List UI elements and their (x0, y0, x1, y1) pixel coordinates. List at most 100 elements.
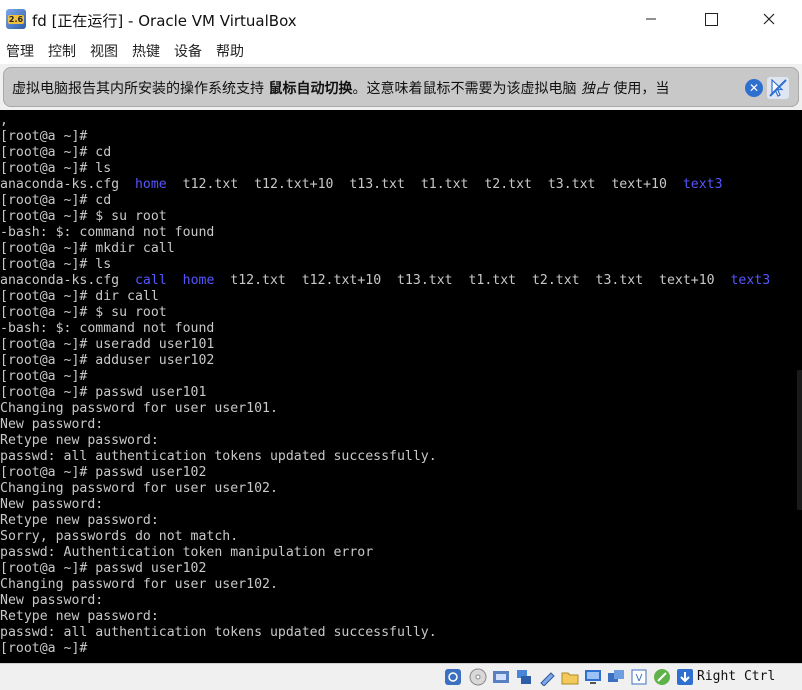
console-scroll-edge (797, 370, 802, 510)
terminal-text: [root@a ~]# ls (0, 257, 112, 272)
terminal-text: Retype new password: (0, 609, 159, 624)
terminal-line: Retype new password: (0, 433, 770, 449)
terminal-line: passwd: all authentication tokens update… (0, 449, 770, 465)
directory-name: home (182, 273, 215, 288)
keyboard-capture-icon[interactable] (676, 668, 694, 686)
terminal-text: [root@a ~]# passwd user102 (0, 465, 207, 480)
terminal-line: [root@a ~]# (0, 641, 770, 657)
svg-text:V: V (636, 673, 643, 684)
terminal-line: [root@a ~]# ls (0, 257, 770, 273)
terminal-text: [root@a ~]# (0, 129, 88, 144)
vm-console-screen[interactable]: , [root@a ~]# [root@a ~]# cd [root@a ~]# ls… (0, 110, 802, 663)
terminal-text: [root@a ~]# passwd user101 (0, 385, 207, 400)
terminal-line: Sorry, passwords do not match. (0, 529, 770, 545)
directory-name: text3 (730, 273, 771, 288)
maximize-button[interactable] (688, 0, 734, 38)
directory-name: call (134, 273, 167, 288)
status-bar: V Right Ctrl (0, 663, 802, 690)
menu-manage[interactable]: 管理 (6, 41, 34, 61)
notification-text-before: 虚拟电脑报告其内所安装的操作系统支持 (12, 81, 269, 97)
directory-name: home (134, 177, 167, 192)
terminal-text: passwd: Authentication token manipulatio… (0, 545, 374, 560)
terminal-text: [root@a ~]# cd (0, 193, 112, 208)
terminal-line: Changing password for user user101. (0, 401, 770, 417)
close-button[interactable] (746, 0, 792, 38)
mouse-integration-icon[interactable] (653, 668, 671, 686)
window-title: fd [正在运行] - Oracle VM VirtualBox (32, 12, 297, 30)
terminal-line: -bash: $: command not found (0, 321, 770, 337)
host-key-label: Right Ctrl (697, 669, 776, 684)
virtualbox-app-icon[interactable]: 2.6 (6, 9, 26, 29)
terminal-line: passwd: Authentication token manipulatio… (0, 545, 770, 561)
title-bar: 2.6 fd [正在运行] - Oracle VM VirtualBox (0, 0, 802, 38)
terminal-text: [root@a ~]# useradd user101 (0, 337, 215, 352)
maximize-icon (704, 12, 718, 26)
notification-italic-text: 独占 (580, 81, 609, 97)
terminal-line: Retype new password: (0, 609, 770, 625)
terminal-text: [root@a ~]# passwd user102 (0, 561, 207, 576)
menu-devices[interactable]: 设备 (174, 41, 202, 61)
directory-name: text3 (682, 177, 723, 192)
recording-icon[interactable] (607, 668, 625, 686)
terminal-line: anaconda-ks.cfg home t12.txt t12.txt+10 … (0, 177, 770, 193)
cpu-icon[interactable]: V (630, 668, 648, 686)
terminal-text: Retype new password: (0, 433, 159, 448)
network-icon[interactable] (515, 668, 533, 686)
terminal-text: [root@a ~]# ls (0, 161, 112, 176)
terminal-line: Changing password for user user102. (0, 577, 770, 593)
display-icon[interactable] (584, 668, 602, 686)
audio-icon[interactable] (492, 668, 510, 686)
terminal-text: anaconda-ks.cfg (0, 273, 135, 288)
menu-view[interactable]: 视图 (90, 41, 118, 61)
menu-help[interactable]: 帮助 (216, 41, 244, 61)
menu-hotkeys[interactable]: 热键 (132, 41, 160, 61)
terminal-text: passwd: all authentication tokens update… (0, 625, 437, 640)
minimize-button[interactable] (628, 0, 674, 38)
notification-text: 虚拟电脑报告其内所安装的操作系统支持 鼠标自动切换。这意味着鼠标不需要为该虚拟电… (12, 78, 669, 98)
hard-disk-icon[interactable] (444, 668, 462, 686)
terminal-text: Changing password for user user102. (0, 577, 278, 592)
terminal-text: Changing password for user user101. (0, 401, 278, 416)
terminal-text: t12.txt t12.txt+10 t13.txt t1.txt t2.txt… (214, 273, 731, 288)
terminal-line: [root@a ~]# (0, 129, 770, 145)
terminal-text: [root@a ~]# $ su root (0, 305, 167, 320)
terminal-line: [root@a ~]# cd (0, 193, 770, 209)
usb-icon[interactable] (538, 668, 556, 686)
terminal-text: [root@a ~]# cd (0, 145, 112, 160)
terminal-text: New password: (0, 593, 104, 608)
terminal-line: , (0, 113, 770, 129)
terminal-line: [root@a ~]# passwd user102 (0, 561, 770, 577)
terminal-text: New password: (0, 497, 104, 512)
terminal-text: [root@a ~]# $ su root (0, 209, 167, 224)
terminal-text: New password: (0, 417, 104, 432)
optical-drive-icon[interactable] (469, 668, 487, 686)
terminal-line: Changing password for user user102. (0, 481, 770, 497)
notification-area: 虚拟电脑报告其内所安装的操作系统支持 鼠标自动切换。这意味着鼠标不需要为该虚拟电… (0, 64, 802, 110)
shared-folder-icon[interactable] (561, 668, 579, 686)
terminal-line: New password: (0, 497, 770, 513)
notification-close-icon[interactable]: ✕ (745, 79, 763, 97)
notification-text-middle: 。这意味着鼠标不需要为该虚拟电脑 (352, 81, 581, 97)
terminal-text: Changing password for user user102. (0, 481, 278, 496)
terminal-text: [root@a ~]# dir call (0, 289, 159, 304)
terminal-text: [root@a ~]# mkdir call (0, 241, 175, 256)
terminal-line: New password: (0, 593, 770, 609)
menu-bar: 管理 控制 视图 热键 设备 帮助 (0, 38, 802, 64)
terminal-line: [root@a ~]# cd (0, 145, 770, 161)
terminal-line: Retype new password: (0, 513, 770, 529)
notification-text-after: 使用，当 (608, 81, 670, 97)
terminal-text: -bash: $: command not found (0, 225, 215, 240)
mouse-pointer-disable-icon[interactable] (767, 77, 789, 99)
terminal-line: [root@a ~]# adduser user102 (0, 353, 770, 369)
terminal-line: passwd: all authentication tokens update… (0, 625, 770, 641)
menu-control[interactable]: 控制 (48, 41, 76, 61)
minimize-icon (646, 18, 656, 20)
terminal-line: anaconda-ks.cfg call home t12.txt t12.tx… (0, 273, 770, 289)
terminal-line: [root@a ~]# mkdir call (0, 241, 770, 257)
terminal-line: [root@a ~]# $ su root (0, 305, 770, 321)
terminal-text: , (0, 113, 8, 128)
terminal-line: [root@a ~]# useradd user101 (0, 337, 770, 353)
terminal-text: [root@a ~]# (0, 641, 88, 656)
terminal-text: [root@a ~]# (0, 369, 88, 384)
